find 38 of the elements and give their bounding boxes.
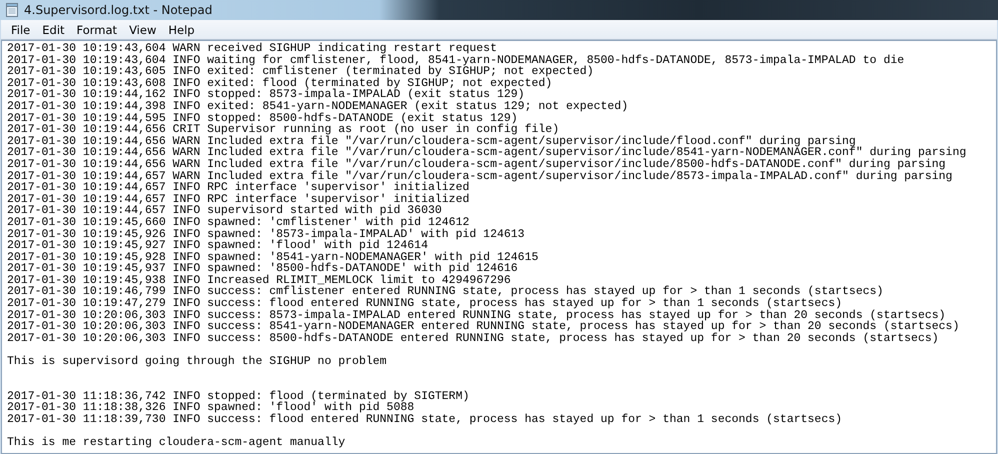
text-line: This is supervisord going through the SIGHUP no problem [7,356,387,368]
text-line: 2017-01-30 10:20:06,303 INFO success: 8500-hdfs-DATANODE entered RUNNING state, process has stayed up for > than 20 seconds (startsecs) [7,332,939,344]
text-line: This is me restarting cloudera-scm-agent manually [7,437,346,449]
text-line: 2017-01-30 10:19:44,656 WARN Included extra file "/var/run/cloudera-scm-agent/supervisor/include/8541-yarn-NODEMANAGER.conf" during parsing [7,147,966,159]
text-line: 2017-01-30 10:19:43,605 INFO exited: cmflistener (terminated by SIGHUP; not expected) [7,66,594,78]
text-line: 2017-01-30 10:19:44,657 INFO RPC interface 'supervisor' initialized [7,194,470,206]
text-line: 2017-01-30 10:19:45,660 INFO spawned: 'cmflistener' with pid 124612 [7,216,470,228]
text-line: 2017-01-30 11:18:38,326 INFO spawned: 'flood' with pid 5088 [7,402,414,414]
text-line: 2017-01-30 10:19:44,162 INFO stopped: 8573-impala-IMPALAD (exit status 129) [7,89,525,101]
text-line: 2017-01-30 10:19:44,398 INFO exited: 8541-yarn-NODEMANAGER (exit status 129; not expected) [7,100,628,113]
text-line: 2017-01-30 10:19:43,608 INFO exited: flood (terminated by SIGHUP; not expected) [7,78,552,90]
text-line: 2017-01-30 10:19:45,926 INFO spawned: '8573-impala-IMPALAD' with pid 124613 [7,228,525,240]
text-line: 2017-01-30 10:19:44,656 WARN Included extra file "/var/run/cloudera-scm-agent/supervisor/include/flood.conf" during parsing [7,136,856,148]
text-line: 2017-01-30 10:19:43,604 INFO waiting for cmflistener, flood, 8541-yarn-NODEMANAGER, 8500-hdfs-DATANODE, 8573-impala-IMPALAD to die [7,54,904,66]
menu-item[interactable]: Format [70,22,124,36]
text-line: 2017-01-30 10:19:45,927 INFO spawned: 'flood' with pid 124614 [7,240,428,252]
text-line: 2017-01-30 11:18:39,730 INFO success: flood entered RUNNING state, process has stayed up for > than 1 seconds (startsecs) [7,414,842,426]
text-line: 2017-01-30 10:19:44,657 WARN Included extra file "/var/run/cloudera-scm-agent/supervisor/include/8573-impala-IMPALAD.conf" during parsing [7,170,952,182]
text-line: 2017-01-30 10:19:44,656 WARN Included extra file "/var/run/cloudera-scm-agent/supervisor/include/8500-hdfs-DATANODE.conf" during parsing [7,158,946,171]
menu-item[interactable]: Edit [36,22,71,36]
text-line: 2017-01-30 10:20:06,303 INFO success: 8541-yarn-NODEMANAGER entered RUNNING state, process has stayed up for > than 20 seconds (startsecs) [7,321,960,333]
text-line: 2017-01-30 10:19:43,604 WARN received SIGHUP indicating restart request [7,43,497,55]
notepad-icon [5,2,19,18]
text-line: 2017-01-30 10:19:45,938 INFO Increased RLIMIT_MEMLOCK limit to 4294967296 [7,274,511,286]
text-line: 2017-01-30 10:19:45,937 INFO spawned: '8500-hdfs-DATANODE' with pid 124616 [7,263,518,275]
text-line: 2017-01-30 10:19:45,928 INFO spawned: '8541-yarn-NODEMANAGER' with pid 124615 [7,252,538,264]
menu-item[interactable]: File [5,22,36,36]
window-title: 4.Supervisord.log.txt - Notepad [24,3,212,17]
menu-item[interactable]: Help [162,22,201,36]
text-line: 2017-01-30 10:19:44,657 INFO supervisord started with pid 36030 [7,205,442,217]
text-line: 2017-01-30 10:19:47,279 INFO success: flood entered RUNNING state, process has stayed up for > than 1 seconds (startsecs) [7,298,842,310]
text-line: 2017-01-30 10:19:46,799 INFO success: cmflistener entered RUNNING state, process has stayed up for > than 1 seconds (startsecs) [7,286,884,298]
text-line: 2017-01-30 10:20:06,303 INFO success: 8573-impala-IMPALAD entered RUNNING state, process has stayed up for > than 20 seconds (startsecs) [7,310,946,322]
menu-item[interactable]: View [123,22,162,36]
text-line: 2017-01-30 10:19:44,595 INFO stopped: 8500-hdfs-DATANODE (exit status 129) [7,112,518,124]
text-line: 2017-01-30 11:18:36,742 INFO stopped: flood (terminated by SIGTERM) [7,390,470,402]
text-line: 2017-01-30 10:19:44,656 CRIT Supervisor running as root (no user in config file) [7,124,560,136]
text-line: 2017-01-30 10:19:44,657 INFO RPC interface 'supervisor' initialized [7,182,470,194]
